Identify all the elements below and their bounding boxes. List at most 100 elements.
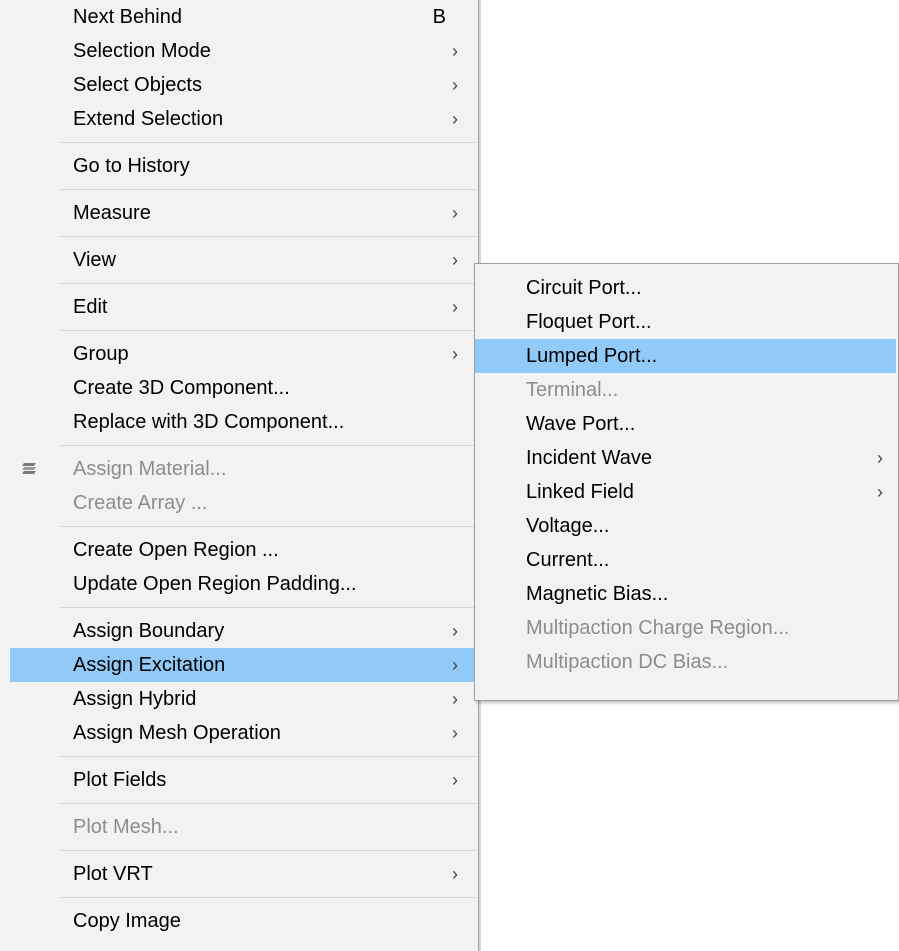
- menu-item-label: Extend Selection: [73, 108, 224, 130]
- submenu-item-magnetic-bias[interactable]: Magnetic Bias...: [475, 577, 896, 611]
- menu-item-assign-boundary[interactable]: Assign Boundary ›: [10, 614, 476, 648]
- menu-item-label: Plot VRT: [73, 863, 153, 885]
- submenu-item-linked-field[interactable]: Linked Field ›: [475, 475, 896, 509]
- menu-item-assign-hybrid[interactable]: Assign Hybrid ›: [10, 682, 476, 716]
- submenu-item-multipaction-dc-bias: Multipaction DC Bias...: [475, 645, 896, 679]
- submenu-item-voltage[interactable]: Voltage...: [475, 509, 896, 543]
- menu-separator: [60, 756, 476, 757]
- submenu-item-multipaction-charge-region: Multipaction Charge Region...: [475, 611, 896, 645]
- menu-item-label: Assign Hybrid: [73, 688, 197, 710]
- menu-item-selection-mode[interactable]: Selection Mode ›: [10, 34, 476, 68]
- chevron-right-icon: ›: [452, 109, 458, 129]
- chevron-right-icon: ›: [452, 297, 458, 317]
- menu-item-label: Incident Wave: [526, 447, 652, 469]
- menu-item-label: Voltage...: [526, 515, 610, 537]
- menu-separator: [60, 445, 476, 446]
- material-layers-icon: [22, 463, 36, 474]
- menu-item-label: Circuit Port...: [526, 277, 642, 299]
- menu-item-label: Multipaction Charge Region...: [526, 617, 790, 639]
- chevron-right-icon: ›: [452, 621, 458, 641]
- menu-separator: [60, 330, 476, 331]
- menu-item-measure[interactable]: Measure ›: [10, 196, 476, 230]
- menu-item-replace-with-3d-component[interactable]: Replace with 3D Component...: [10, 405, 476, 439]
- menu-item-label: Plot Fields: [73, 769, 167, 791]
- menu-item-label: Go to History: [73, 155, 190, 177]
- menu-item-copy-image[interactable]: Copy Image: [10, 904, 476, 938]
- menu-item-select-objects[interactable]: Select Objects ›: [10, 68, 476, 102]
- menu-item-next-behind[interactable]: Next Behind B: [10, 0, 476, 34]
- menu-item-label: Magnetic Bias...: [526, 583, 669, 605]
- menu-item-label: Update Open Region Padding...: [73, 573, 357, 595]
- menu-item-group[interactable]: Group ›: [10, 337, 476, 371]
- menu-separator: [60, 142, 476, 143]
- menu-item-label: Plot Mesh...: [73, 816, 179, 838]
- chevron-right-icon: ›: [452, 75, 458, 95]
- menu-item-extend-selection[interactable]: Extend Selection ›: [10, 102, 476, 136]
- menu-item-create-3d-component[interactable]: Create 3D Component...: [10, 371, 476, 405]
- menu-item-label: Group: [73, 343, 129, 365]
- menu-separator: [60, 803, 476, 804]
- chevron-right-icon: ›: [877, 482, 883, 502]
- submenu-item-wave-port[interactable]: Wave Port...: [475, 407, 896, 441]
- menu-item-label: Floquet Port...: [526, 311, 652, 333]
- chevron-right-icon: ›: [452, 864, 458, 884]
- menu-item-label: Selection Mode: [73, 40, 211, 62]
- menu-separator: [60, 526, 476, 527]
- menu-item-label: Multipaction DC Bias...: [526, 651, 729, 673]
- menu-item-view[interactable]: View ›: [10, 243, 476, 277]
- submenu-item-terminal: Terminal...: [475, 373, 896, 407]
- assign-excitation-submenu: Circuit Port... Floquet Port... Lumped Por…: [474, 263, 899, 701]
- chevron-right-icon: ›: [452, 203, 458, 223]
- menu-separator: [60, 189, 476, 190]
- submenu-item-lumped-port[interactable]: Lumped Port...: [475, 339, 896, 373]
- submenu-item-floquet-port[interactable]: Floquet Port...: [475, 305, 896, 339]
- menu-item-label: Current...: [526, 549, 610, 571]
- menu-separator: [60, 283, 476, 284]
- submenu-item-incident-wave[interactable]: Incident Wave ›: [475, 441, 896, 475]
- menu-separator: [60, 607, 476, 608]
- chevron-right-icon: ›: [452, 723, 458, 743]
- menu-item-label: Assign Excitation: [73, 654, 226, 676]
- chevron-right-icon: ›: [877, 448, 883, 468]
- menu-item-assign-excitation[interactable]: Assign Excitation ›: [10, 648, 476, 682]
- submenu-item-current[interactable]: Current...: [475, 543, 896, 577]
- menu-item-plot-fields[interactable]: Plot Fields ›: [10, 763, 476, 797]
- menu-item-label: View: [73, 249, 116, 271]
- chevron-right-icon: ›: [452, 250, 458, 270]
- menu-item-assign-mesh-operation[interactable]: Assign Mesh Operation ›: [10, 716, 476, 750]
- menu-item-label: Terminal...: [526, 379, 619, 401]
- menu-item-label: Assign Material...: [73, 458, 227, 480]
- menu-separator: [60, 897, 476, 898]
- chevron-right-icon: ›: [452, 689, 458, 709]
- menu-item-label: Measure: [73, 202, 151, 224]
- chevron-right-icon: ›: [452, 41, 458, 61]
- chevron-right-icon: ›: [452, 655, 458, 675]
- menu-item-assign-material: Assign Material...: [10, 452, 476, 486]
- menu-separator: [60, 236, 476, 237]
- menu-item-plot-mesh: Plot Mesh...: [10, 810, 476, 844]
- chevron-right-icon: ›: [452, 770, 458, 790]
- menu-item-label: Copy Image: [73, 910, 181, 932]
- submenu-item-circuit-port[interactable]: Circuit Port...: [475, 271, 896, 305]
- context-menu: Next Behind B Selection Mode › Select Object…: [0, 0, 481, 951]
- menu-item-edit[interactable]: Edit ›: [10, 290, 476, 324]
- menu-item-label: Assign Mesh Operation: [73, 722, 281, 744]
- shortcut-key: B: [432, 6, 446, 28]
- menu-item-label: Lumped Port...: [526, 345, 658, 367]
- menu-item-update-open-region-padding[interactable]: Update Open Region Padding...: [10, 567, 476, 601]
- menu-item-plot-vrt[interactable]: Plot VRT ›: [10, 857, 476, 891]
- chevron-right-icon: ›: [452, 344, 458, 364]
- menu-item-label: Create 3D Component...: [73, 377, 290, 399]
- menu-item-label: Wave Port...: [526, 413, 636, 435]
- menu-item-go-to-history[interactable]: Go to History: [10, 149, 476, 183]
- menu-item-label: Create Open Region ...: [73, 539, 279, 561]
- menu-separator: [60, 850, 476, 851]
- menu-item-label: Select Objects: [73, 74, 202, 96]
- menu-item-label: Replace with 3D Component...: [73, 411, 345, 433]
- menu-item-label: Edit: [73, 296, 108, 318]
- menu-item-create-array: Create Array ...: [10, 486, 476, 520]
- menu-item-label: Next Behind: [73, 6, 182, 28]
- menu-item-label: Assign Boundary: [73, 620, 225, 642]
- menu-item-create-open-region[interactable]: Create Open Region ...: [10, 533, 476, 567]
- menu-item-label: Linked Field: [526, 481, 634, 503]
